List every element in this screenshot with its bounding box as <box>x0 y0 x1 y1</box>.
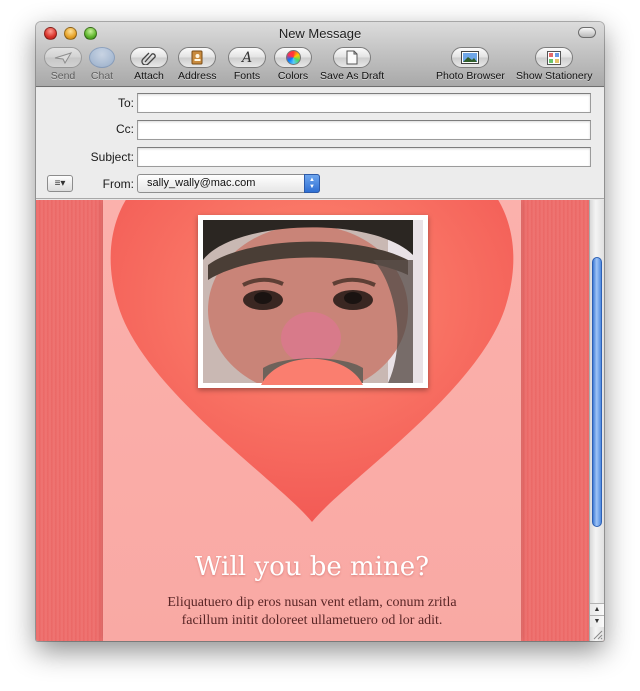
paper-plane-icon <box>54 51 72 64</box>
send-label: Send <box>50 70 76 82</box>
show-stationery-label: Show Stationery <box>516 70 593 82</box>
chat-label: Chat <box>90 70 114 82</box>
address-label: Address <box>178 70 217 82</box>
show-stationery-button[interactable]: Show Stationery <box>516 47 592 82</box>
message-body[interactable]: Will you be mine? Eliquatuero dip eros n… <box>36 200 604 641</box>
fonts-button[interactable]: A Fonts <box>228 47 266 82</box>
toolbar-area: New Message Send Chat Attach Address A F… <box>36 22 604 87</box>
photo-browser-button[interactable]: Photo Browser <box>436 47 505 82</box>
subject-field[interactable] <box>137 147 591 167</box>
from-account-select[interactable]: sally_wally@mac.com ▲ ▼ <box>137 174 320 193</box>
chat-button[interactable]: Chat <box>89 47 115 82</box>
from-account-value: sally_wally@mac.com <box>147 177 256 189</box>
to-field[interactable] <box>137 93 591 113</box>
attach-button[interactable]: Attach <box>130 47 168 82</box>
scroll-down-button[interactable]: ▼ <box>590 615 604 627</box>
window-title: New Message <box>278 26 362 41</box>
card-headline[interactable]: Will you be mine? <box>103 552 521 582</box>
save-as-draft-label: Save As Draft <box>320 70 385 82</box>
paperclip-icon <box>141 52 156 65</box>
colors-button[interactable]: Colors <box>274 47 312 82</box>
message-header-fields: To: Cc: Subject: ≡▾ From: sally_wally@ma… <box>36 88 604 199</box>
mail-compose-window: New Message Send Chat Attach Address A F… <box>36 22 604 641</box>
vertical-scrollbar[interactable]: ▲ ▼ <box>589 200 604 641</box>
photo-icon <box>461 51 480 64</box>
select-arrows-icon: ▲ ▼ <box>304 174 320 193</box>
fonts-label: Fonts <box>233 70 261 82</box>
draft-icon <box>346 50 358 65</box>
stationery-card: Will you be mine? Eliquatuero dip eros n… <box>103 200 521 641</box>
font-icon: A <box>241 49 253 66</box>
portrait-photo <box>203 220 423 383</box>
address-button[interactable]: Address <box>178 47 217 82</box>
colors-label: Colors <box>277 70 309 82</box>
address-book-icon <box>191 50 203 65</box>
photo-browser-label: Photo Browser <box>436 70 505 82</box>
toolbar-toggle-button[interactable] <box>578 27 596 38</box>
scroll-thumb[interactable] <box>592 257 602 527</box>
attach-label: Attach <box>134 70 164 82</box>
color-wheel-icon <box>285 50 301 65</box>
from-label: From: <box>102 177 134 191</box>
header-options-menu-button[interactable]: ≡▾ <box>47 175 73 192</box>
subject-label: Subject: <box>90 150 134 164</box>
card-body-text[interactable]: Eliquatuero dip eros nusan vent etlam, c… <box>143 594 481 630</box>
to-label: To: <box>117 96 134 110</box>
stationery-icon <box>547 50 562 65</box>
resize-grip-icon[interactable] <box>591 628 603 640</box>
scroll-up-button[interactable]: ▲ <box>590 603 604 615</box>
scroll-arrows: ▲ ▼ <box>590 603 604 627</box>
cc-label: Cc: <box>116 122 134 136</box>
cc-field[interactable] <box>137 120 591 140</box>
photo-drop-zone[interactable] <box>198 215 428 388</box>
save-as-draft-button[interactable]: Save As Draft <box>320 47 384 82</box>
send-button[interactable]: Send <box>44 47 82 82</box>
